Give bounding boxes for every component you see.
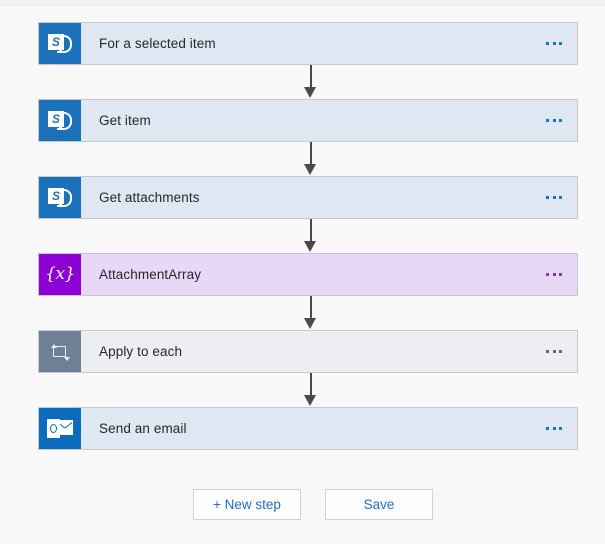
flow-step-list: S For a selected item S Get item S Get a… — [38, 22, 578, 450]
top-divider — [0, 0, 605, 6]
flow-step-card[interactable]: S Get item — [38, 99, 578, 142]
flow-connector-arrow — [38, 373, 578, 407]
step-overflow-menu-button[interactable] — [531, 408, 577, 449]
sharepoint-icon: S — [39, 23, 81, 64]
action-button-bar: + New step Save — [193, 489, 433, 520]
flow-step-card[interactable]: Apply to each — [38, 330, 578, 373]
step-overflow-menu-button[interactable] — [531, 254, 577, 295]
step-overflow-menu-button[interactable] — [531, 177, 577, 218]
step-overflow-menu-button[interactable] — [531, 331, 577, 372]
flow-designer-canvas: S For a selected item S Get item S Get a… — [0, 0, 605, 544]
flow-step-card[interactable]: Send an email — [38, 407, 578, 450]
flow-connector-arrow — [38, 219, 578, 253]
flow-step-label: For a selected item — [99, 36, 216, 51]
flow-step-card[interactable]: S Get attachments — [38, 176, 578, 219]
flow-step-label: Apply to each — [99, 344, 183, 359]
new-step-button[interactable]: + New step — [193, 489, 301, 520]
flow-step-label: Send an email — [99, 421, 187, 436]
flow-connector-arrow — [38, 296, 578, 330]
flow-step-label: AttachmentArray — [99, 267, 202, 282]
step-overflow-menu-button[interactable] — [531, 23, 577, 64]
save-button[interactable]: Save — [325, 489, 433, 520]
outlook-icon — [39, 408, 81, 449]
sharepoint-icon: S — [39, 100, 81, 141]
flow-connector-arrow — [38, 65, 578, 99]
flow-step-card[interactable]: S For a selected item — [38, 22, 578, 65]
flow-connector-arrow — [38, 142, 578, 176]
flow-step-label: Get attachments — [99, 190, 200, 205]
flow-step-card[interactable]: {x} AttachmentArray — [38, 253, 578, 296]
sharepoint-icon: S — [39, 177, 81, 218]
variable-icon: {x} — [39, 254, 81, 295]
step-overflow-menu-button[interactable] — [531, 100, 577, 141]
flow-step-label: Get item — [99, 113, 151, 128]
loop-icon — [39, 331, 81, 372]
